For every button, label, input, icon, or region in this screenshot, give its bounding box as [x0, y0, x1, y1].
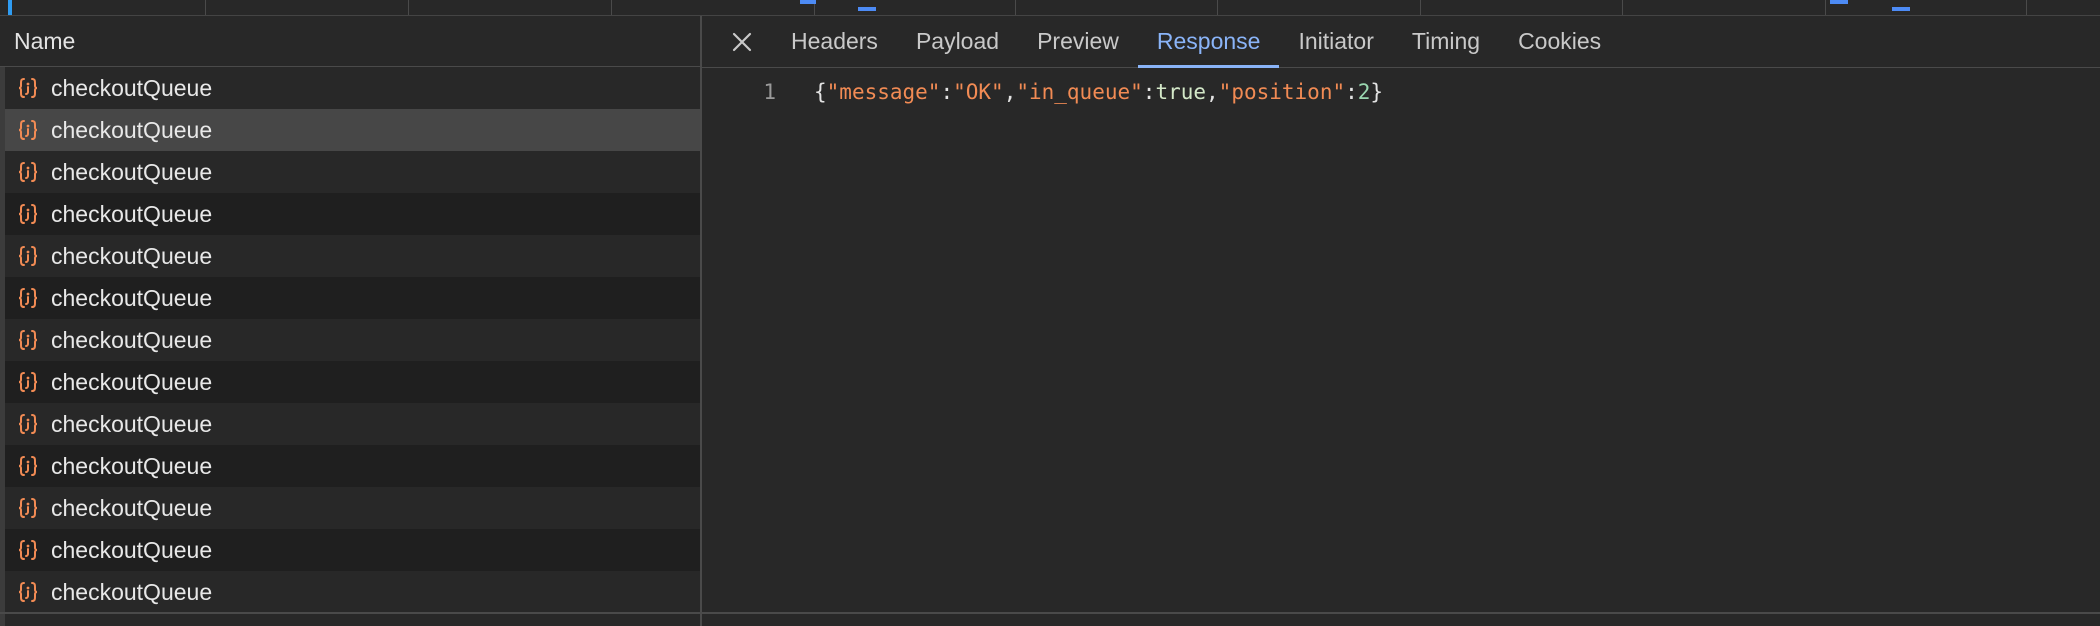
timeline-tick	[1217, 0, 1218, 15]
timeline-tick	[1825, 0, 1826, 15]
request-row-label: checkoutQueue	[51, 242, 213, 269]
json-key-message: "message"	[826, 80, 941, 104]
tab-payload[interactable]: Payload	[897, 16, 1018, 67]
tab-response[interactable]: Response	[1137, 16, 1280, 68]
devtools-network-panel: Name checkoutQueue checkoutQueue checkoutQ…	[0, 0, 2100, 626]
json-braces-icon	[15, 495, 41, 521]
close-detail-button[interactable]	[712, 16, 772, 67]
response-json[interactable]: {"message":"OK","in_queue":true,"positio…	[814, 80, 1383, 104]
network-timeline-overview[interactable]	[0, 0, 2100, 16]
timeline-tick	[2026, 0, 2027, 15]
tab-label: Cookies	[1518, 28, 1602, 54]
request-rows: checkoutQueue checkoutQueue checkoutQueue c…	[5, 67, 700, 613]
json-key-in-queue: "in_queue"	[1016, 80, 1143, 104]
json-braces-icon	[15, 285, 41, 311]
timeline-cursor	[8, 0, 12, 15]
line-number: 1	[763, 80, 776, 104]
request-row[interactable]: checkoutQueue	[5, 67, 700, 109]
json-braces-icon	[15, 537, 41, 563]
tab-preview[interactable]: Preview	[1018, 16, 1138, 67]
timeline-tick	[1015, 0, 1016, 15]
request-row-label: checkoutQueue	[51, 452, 213, 479]
json-braces-icon	[15, 369, 41, 395]
json-comma: ,	[1206, 80, 1219, 104]
json-braces-icon	[15, 243, 41, 269]
request-row[interactable]: checkoutQueue	[5, 445, 700, 487]
tab-cookies[interactable]: Cookies	[1499, 16, 1620, 67]
json-key-position: "position"	[1218, 80, 1346, 104]
request-row[interactable]: checkoutQueue	[5, 319, 700, 361]
json-braces-icon	[15, 579, 41, 605]
json-value-in-queue: true	[1155, 80, 1207, 104]
json-braces-icon	[15, 75, 41, 101]
request-row-label: checkoutQueue	[51, 494, 213, 521]
tab-label: Timing	[1411, 28, 1481, 54]
json-colon: :	[1345, 80, 1358, 104]
request-row[interactable]: checkoutQueue	[5, 277, 700, 319]
tab-label: Initiator	[1298, 28, 1374, 54]
request-row-label: checkoutQueue	[51, 158, 213, 185]
request-row[interactable]: checkoutQueue	[5, 571, 700, 613]
json-braces-icon	[15, 159, 41, 185]
json-braces-icon	[15, 453, 41, 479]
json-braces-icon	[15, 411, 41, 437]
request-row-label: checkoutQueue	[51, 74, 213, 101]
json-colon: :	[940, 80, 954, 104]
request-row[interactable]: checkoutQueue	[5, 193, 700, 235]
json-comma: ,	[1003, 80, 1017, 104]
tab-label: Headers	[791, 28, 878, 54]
tab-label: Payload	[915, 28, 1000, 54]
json-brace-close: }	[1370, 80, 1384, 104]
request-row[interactable]: checkoutQueue	[5, 235, 700, 277]
tab-initiator[interactable]: Initiator	[1279, 16, 1392, 67]
request-row-label: checkoutQueue	[51, 284, 213, 311]
timeline-request-bar	[1892, 7, 1910, 11]
json-colon: :	[1142, 80, 1156, 104]
timeline-request-bar	[800, 0, 816, 4]
request-row[interactable]: checkoutQueue	[5, 151, 700, 193]
request-row-label: checkoutQueue	[51, 116, 213, 143]
tab-timing[interactable]: Timing	[1393, 16, 1499, 67]
list-bottom-divider	[0, 612, 700, 614]
request-row[interactable]: checkoutQueue	[5, 487, 700, 529]
timeline-tick	[611, 0, 612, 15]
request-row[interactable]: checkoutQueue	[5, 403, 700, 445]
request-row-label: checkoutQueue	[51, 200, 213, 227]
request-list: Name checkoutQueue checkoutQueue checkoutQ…	[0, 16, 702, 626]
request-row[interactable]: checkoutQueue	[5, 529, 700, 571]
timeline-tick	[205, 0, 206, 15]
request-row-label: checkoutQueue	[51, 578, 213, 605]
timeline-tick	[1420, 0, 1421, 15]
request-row-label: checkoutQueue	[51, 410, 213, 437]
response-body-line[interactable]: 1 {"message":"OK","in_queue":true,"posit…	[702, 76, 2100, 108]
request-row-label: checkoutQueue	[51, 368, 213, 395]
tab-label: Preview	[1037, 28, 1119, 54]
request-row[interactable]: checkoutQueue	[5, 109, 700, 151]
timeline-request-bar	[858, 7, 876, 11]
close-icon	[732, 32, 752, 51]
request-detail-panel: Headers Payload Preview Response Initiat…	[702, 16, 2100, 626]
detail-tabbar: Headers Payload Preview Response Initiat…	[702, 16, 2100, 68]
json-braces-icon	[15, 201, 41, 227]
tab-headers[interactable]: Headers	[772, 16, 897, 67]
json-brace-open: {	[814, 80, 827, 104]
timeline-tick	[408, 0, 409, 15]
json-value-message: "OK"	[953, 80, 1004, 104]
request-row[interactable]: checkoutQueue	[5, 361, 700, 403]
detail-bottom-divider	[702, 612, 2100, 614]
json-braces-icon	[15, 117, 41, 143]
request-row-label: checkoutQueue	[51, 536, 213, 563]
name-column-header-label: Name	[14, 27, 76, 54]
name-column-header[interactable]: Name	[0, 16, 700, 67]
tab-label: Response	[1156, 28, 1261, 54]
json-braces-icon	[15, 327, 41, 353]
request-row-label: checkoutQueue	[51, 326, 213, 353]
json-value-position: 2	[1357, 80, 1371, 104]
timeline-tick	[1622, 0, 1623, 15]
timeline-request-bar	[1830, 0, 1848, 4]
